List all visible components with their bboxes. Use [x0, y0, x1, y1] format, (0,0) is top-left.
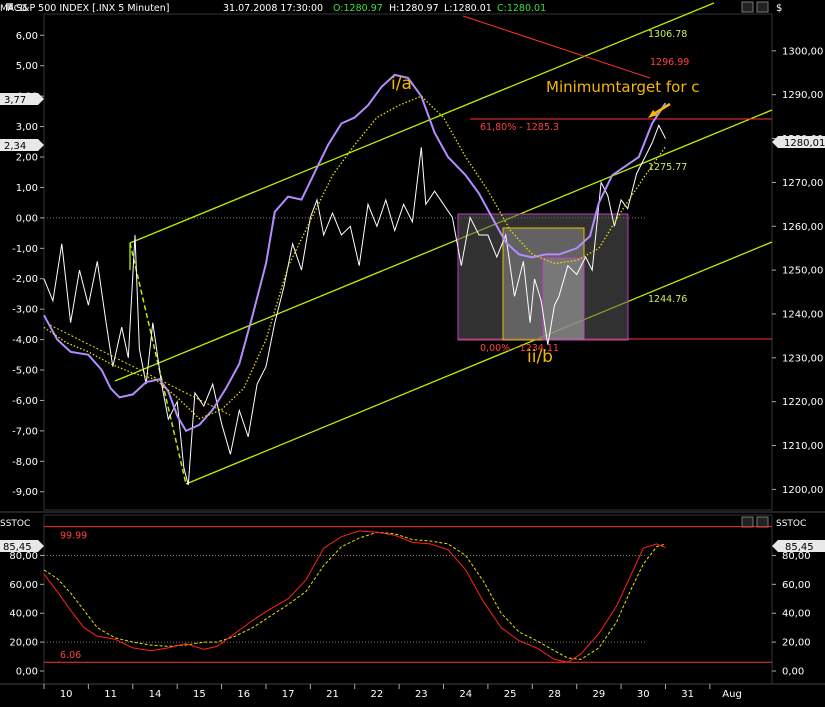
level-1306-label: 1306.78 — [648, 29, 687, 40]
stoch-current-value-right: 85,45 — [785, 542, 814, 553]
stoch-axis-label-left: SSTOC — [0, 519, 30, 529]
background — [0, 0, 825, 703]
high-label: H:1280.97 — [389, 3, 439, 14]
x-tick-label: 29 — [593, 689, 606, 700]
price-tick-label: 1250,00 — [782, 266, 823, 277]
macd-tick-label: -1,00 — [12, 244, 38, 255]
level-1244-label: 1244.76 — [648, 294, 687, 305]
price-tick-label: 1200,00 — [782, 485, 823, 496]
x-tick-label: 31 — [681, 689, 694, 700]
price-tick-label: 1270,00 — [782, 178, 823, 189]
macd-tick-label: 6,00 — [16, 31, 38, 42]
price-tick-label: 1290,00 — [782, 90, 823, 101]
level-1296-label: 1296.99 — [650, 57, 689, 68]
stoch-menu-icon — [741, 516, 754, 528]
macd-tick-label: -9,00 — [12, 487, 38, 498]
stoch-current-value-left: 85,45 — [3, 542, 32, 553]
stoch-right-tick-label: 60,00 — [782, 580, 811, 591]
x-tick-label: 24 — [459, 689, 472, 700]
symbol-label: S&P 500 INDEX [.INX 5 Minuten] — [16, 3, 170, 14]
x-tick-label: 25 — [504, 689, 517, 700]
macd-tick-label: -5,00 — [12, 366, 38, 377]
level-1275-label: 1275.77 — [648, 162, 687, 173]
x-tick-label: Aug — [722, 689, 742, 700]
panel-menu-icon[interactable] — [741, 1, 754, 13]
maximize-icon[interactable] — [756, 1, 769, 13]
dollar-icon: $ — [776, 3, 782, 14]
macd-tick-label: 1,00 — [16, 183, 38, 194]
x-tick-label: 15 — [193, 689, 206, 700]
stoch-right-tick-label: 40,00 — [782, 609, 811, 620]
datetime-label: 31.07.2008 17:30:00 — [223, 3, 323, 14]
price-tick-label: 1300,00 — [782, 46, 823, 57]
open-label: O:1280.97 — [333, 3, 383, 14]
x-tick-label: 22 — [371, 689, 384, 700]
stoch-left-tick-label: 40,00 — [9, 609, 38, 620]
macd-tick-label: -7,00 — [12, 426, 38, 437]
x-tick-label: 14 — [149, 689, 162, 700]
macd-axis-label: MACD — [0, 4, 27, 14]
low-label: L:1280.01 — [444, 3, 492, 14]
signal-current-value: 2,34 — [4, 141, 26, 152]
close-label: C:1280.01 — [497, 3, 546, 14]
macd-tick-label: 5,00 — [16, 61, 38, 72]
macd-tick-label: 0,00 — [16, 213, 38, 224]
price-tick-label: 1220,00 — [782, 397, 823, 408]
chart-window: S&P 500 INDEX [.INX 5 Minuten] 31.07.200… — [0, 0, 825, 703]
price-tick-label: 1260,00 — [782, 222, 823, 233]
macd-tick-label: -2,00 — [12, 274, 38, 285]
target-annotation: Minimumtarget for c — [546, 78, 700, 96]
x-tick-label: 28 — [548, 689, 561, 700]
price-current-value: 1280,01 — [784, 138, 825, 149]
macd-tick-label: 2,00 — [16, 153, 38, 164]
x-tick-label: 30 — [637, 689, 650, 700]
macd-tick-label: -4,00 — [12, 335, 38, 346]
chart-canvas: S&P 500 INDEX [.INX 5 Minuten] 31.07.200… — [0, 0, 825, 703]
stoch-left-tick-label: 0,00 — [16, 667, 38, 678]
stoch-axis-label-right: SSTOC — [776, 519, 806, 529]
x-tick-label: 10 — [60, 689, 73, 700]
macd-tick-label: -3,00 — [12, 305, 38, 316]
fib-618-label: 61,80% - 1285.3 — [480, 122, 559, 133]
stoch-left-tick-label: 60,00 — [9, 580, 38, 591]
stoch-maximize-icon — [756, 516, 769, 528]
stoch-left-tick-label: 20,00 — [9, 638, 38, 649]
macd-tick-label: -6,00 — [12, 396, 38, 407]
stoch-right-tick-label: 0,00 — [782, 667, 804, 678]
x-tick-label: 11 — [104, 689, 117, 700]
x-tick-label: 23 — [415, 689, 428, 700]
macd-tick-label: 3,00 — [16, 122, 38, 133]
x-tick-label: 21 — [326, 689, 339, 700]
price-tick-label: 1240,00 — [782, 309, 823, 320]
fib-box-inner — [542, 257, 585, 341]
stoch-upper-band-label: 99.99 — [60, 531, 87, 542]
macd-current-value: 3,77 — [4, 95, 26, 106]
wave-2-label: ii/b — [527, 347, 553, 367]
stoch-right-tick-label: 20,00 — [782, 638, 811, 649]
x-tick-label: 16 — [237, 689, 250, 700]
header-bar: S&P 500 INDEX [.INX 5 Minuten] 31.07.200… — [0, 0, 825, 14]
wave-1-label: i/a — [391, 74, 412, 94]
price-tick-label: 1210,00 — [782, 441, 823, 452]
stoch-lower-band-label: 6.06 — [60, 650, 81, 661]
price-tick-label: 1230,00 — [782, 353, 823, 364]
macd-tick-label: -8,00 — [12, 457, 38, 468]
x-tick-label: 17 — [282, 689, 295, 700]
